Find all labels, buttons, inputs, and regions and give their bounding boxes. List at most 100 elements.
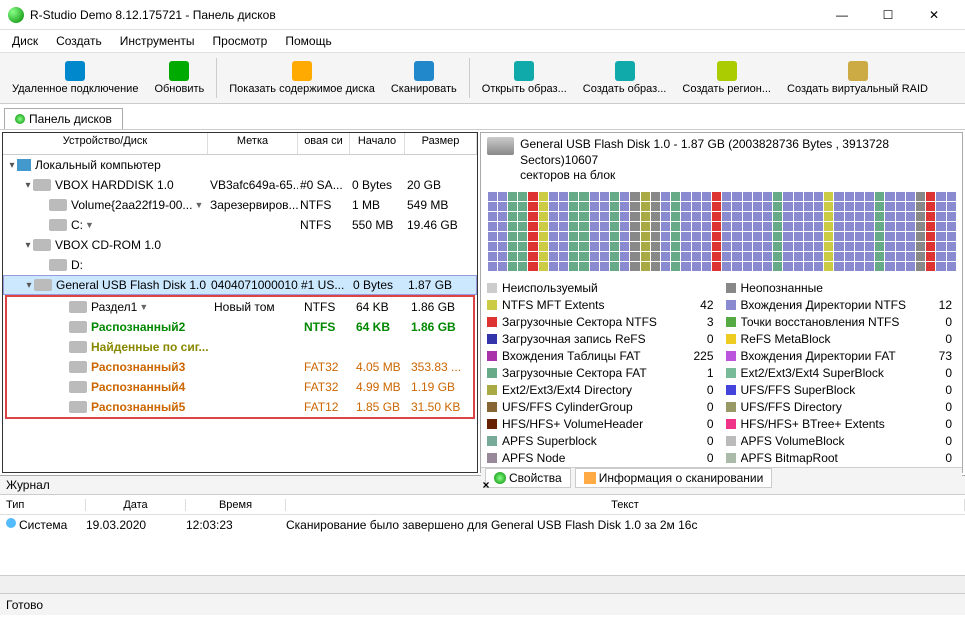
tree-row[interactable]: Найденные по сиг... bbox=[7, 337, 473, 357]
dropdown-icon[interactable]: ▼ bbox=[194, 200, 203, 210]
col-label[interactable]: Метка bbox=[208, 133, 298, 154]
legend-item: Вхождения Директории FAT73 bbox=[726, 348, 957, 365]
map-cell bbox=[885, 202, 894, 211]
tree-toggle-icon[interactable] bbox=[24, 280, 34, 291]
cell-c4: 1.85 GB bbox=[354, 400, 409, 414]
col-start[interactable]: Начало bbox=[350, 133, 405, 154]
close-button[interactable]: ✕ bbox=[911, 1, 957, 29]
tree-row[interactable]: VBOX CD-ROM 1.0 bbox=[3, 235, 477, 255]
tbtn-Удаленное подключение[interactable]: Удаленное подключение bbox=[4, 54, 146, 102]
tree-row[interactable]: Volume{2aa22f19-00...▼Зарезервиров...NTF… bbox=[3, 195, 477, 215]
legend-count: 0 bbox=[690, 417, 718, 431]
map-cell bbox=[783, 222, 792, 231]
tree-toggle-icon[interactable] bbox=[23, 240, 33, 251]
map-cell bbox=[508, 262, 517, 271]
map-cell bbox=[794, 242, 803, 251]
minimize-button[interactable]: — bbox=[819, 1, 865, 29]
dropdown-icon[interactable]: ▼ bbox=[139, 302, 148, 312]
menu-Помощь[interactable]: Помощь bbox=[277, 33, 339, 49]
map-cell bbox=[559, 192, 568, 201]
tbtn-Обновить[interactable]: Обновить bbox=[146, 54, 212, 102]
map-cell bbox=[926, 242, 935, 251]
tbtn-Создать образ...[interactable]: Создать образ... bbox=[575, 54, 675, 102]
col-size[interactable]: Размер bbox=[405, 133, 477, 154]
jcol-text[interactable]: Текст bbox=[286, 499, 965, 511]
legend-name: Загрузочные Сектора FAT bbox=[502, 366, 690, 380]
block-map[interactable] bbox=[481, 188, 962, 276]
map-cell bbox=[498, 212, 507, 221]
tbtn-Сканировать[interactable]: Сканировать bbox=[383, 54, 465, 102]
journal-close-button[interactable]: × bbox=[483, 478, 960, 492]
tbtn-Показать содержимое диска[interactable]: Показать содержимое диска bbox=[221, 54, 383, 102]
map-cell bbox=[824, 262, 833, 271]
map-cell bbox=[845, 252, 854, 261]
tree-row[interactable]: Локальный компьютер bbox=[3, 155, 477, 175]
tree-row[interactable]: Распознанный5FAT121.85 GB31.50 KB bbox=[7, 397, 473, 417]
tree-toggle-icon[interactable] bbox=[23, 180, 33, 191]
map-cell bbox=[600, 242, 609, 251]
legend-count: 0 bbox=[690, 383, 718, 397]
map-cell bbox=[630, 222, 639, 231]
maximize-button[interactable]: ☐ bbox=[865, 1, 911, 29]
legend-item: HFS/HFS+ BTree+ Extents0 bbox=[726, 416, 957, 433]
tree-row[interactable]: Распознанный4FAT324.99 MB1.19 GB bbox=[7, 377, 473, 397]
menu-Создать[interactable]: Создать bbox=[48, 33, 110, 49]
map-cell bbox=[641, 192, 650, 201]
map-cell bbox=[814, 192, 823, 201]
map-cell bbox=[814, 222, 823, 231]
map-cell bbox=[610, 222, 619, 231]
map-cell bbox=[498, 202, 507, 211]
jcol-type[interactable]: Тип bbox=[0, 499, 86, 511]
menu-Просмотр[interactable]: Просмотр bbox=[205, 33, 276, 49]
col-fs[interactable]: овая си bbox=[298, 133, 350, 154]
tree-row[interactable]: Распознанный3FAT324.05 MB353.83 ... bbox=[7, 357, 473, 377]
map-cell bbox=[498, 252, 507, 261]
map-cell bbox=[702, 222, 711, 231]
map-cell bbox=[732, 252, 741, 261]
col-device[interactable]: Устройство/Диск bbox=[3, 133, 208, 154]
tbtn-label: Создать регион... bbox=[682, 83, 771, 95]
tree-row[interactable]: D: bbox=[3, 255, 477, 275]
map-cell bbox=[947, 222, 956, 231]
map-cell bbox=[528, 262, 537, 271]
tbtn-Создать регион...[interactable]: Создать регион... bbox=[674, 54, 779, 102]
legend-item: NTFS MFT Extents42 bbox=[487, 297, 718, 314]
map-cell bbox=[661, 242, 670, 251]
map-cell bbox=[885, 262, 894, 271]
map-cell bbox=[834, 222, 843, 231]
jcol-date[interactable]: Дата bbox=[86, 499, 186, 511]
tree-row[interactable]: C:▼NTFS550 MB19.46 GB bbox=[3, 215, 477, 235]
journal-scrollbar[interactable] bbox=[0, 575, 965, 593]
device-tree[interactable]: Локальный компьютер VBOX HARDDISK 1.0VB3a… bbox=[3, 155, 477, 472]
map-cell bbox=[824, 202, 833, 211]
map-cell bbox=[794, 222, 803, 231]
map-cell bbox=[804, 262, 813, 271]
tree-item-name: Локальный компьютер bbox=[35, 158, 161, 172]
tbtn-label: Открыть образ... bbox=[482, 83, 567, 95]
map-cell bbox=[855, 212, 864, 221]
cell-c4: 1 MB bbox=[350, 198, 405, 212]
tree-row[interactable]: General USB Flash Disk 1.00404071000010.… bbox=[3, 275, 477, 295]
tree-row[interactable]: Раздел1▼Новый томNTFS64 KB1.86 GB bbox=[7, 297, 473, 317]
jr-time: 12:03:23 bbox=[186, 518, 286, 532]
map-cell bbox=[579, 192, 588, 201]
tbtn-Создать виртуальный RAID[interactable]: Создать виртуальный RAID bbox=[779, 54, 936, 102]
tree-toggle-icon[interactable] bbox=[7, 160, 17, 171]
menu-Инструменты[interactable]: Инструменты bbox=[112, 33, 203, 49]
tree-row[interactable]: Распознанный2NTFS64 KB1.86 GB bbox=[7, 317, 473, 337]
map-cell bbox=[528, 222, 537, 231]
tree-row[interactable]: VBOX HARDDISK 1.0VB3afc649a-65...#0 SA..… bbox=[3, 175, 477, 195]
journal-row[interactable]: Система 19.03.2020 12:03:23 Сканирование… bbox=[0, 515, 965, 535]
dropdown-icon[interactable]: ▼ bbox=[85, 220, 94, 230]
tbtn-Открыть образ...[interactable]: Открыть образ... bbox=[474, 54, 575, 102]
device-tree-pane: Устройство/Диск Метка овая си Начало Раз… bbox=[2, 132, 478, 473]
window-title: R-Studio Demo 8.12.175721 - Панель диско… bbox=[30, 8, 819, 22]
legend-name: Вхождения Директории NTFS bbox=[741, 298, 929, 312]
menu-Диск[interactable]: Диск bbox=[4, 33, 46, 49]
legend-name: UFS/FFS Directory bbox=[741, 400, 929, 414]
legend-col2: НеопознанныеВхождения Директории NTFS12Т… bbox=[726, 280, 957, 467]
tab-disk-panel[interactable]: Панель дисков bbox=[4, 108, 123, 129]
map-cell bbox=[783, 242, 792, 251]
jcol-time[interactable]: Время bbox=[186, 499, 286, 511]
map-cell bbox=[702, 202, 711, 211]
